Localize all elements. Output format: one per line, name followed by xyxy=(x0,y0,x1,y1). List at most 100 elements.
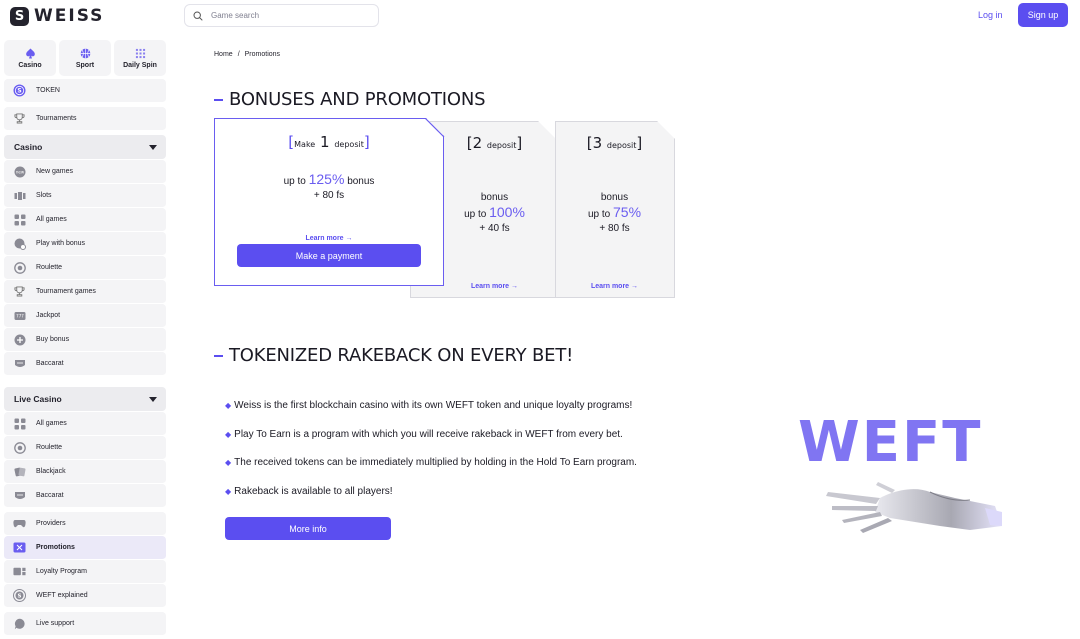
sidebar-item-label: Tournament games xyxy=(36,288,96,295)
sidebar-item-label: Providers xyxy=(36,520,66,527)
svg-text:777: 777 xyxy=(16,313,24,318)
section-heading: Casino xyxy=(14,142,43,152)
sidebar-item-label: Roulette xyxy=(36,444,63,451)
breadcrumb: Home / Promotions xyxy=(214,51,280,58)
sidebar-item-new-games[interactable]: new New games xyxy=(4,160,166,184)
search-input[interactable] xyxy=(211,11,361,20)
sidebar-item-all-games[interactable]: All games xyxy=(4,208,166,232)
sidebar-item-label: Play with bonus xyxy=(36,240,86,247)
sidebar-item-live-baccarat[interactable]: Baccarat xyxy=(4,484,166,508)
bonus-percent: 75% xyxy=(613,204,642,220)
tile-label: Casino xyxy=(18,61,42,69)
learn-more-link[interactable]: Learn more → xyxy=(591,283,638,290)
bullet-diamond-icon: ◆ xyxy=(225,458,232,467)
tile-label: Daily Spin xyxy=(123,61,157,69)
sidebar-item-label: New games xyxy=(36,168,73,175)
bullet-diamond-icon: ◆ xyxy=(225,401,232,410)
sidebar-item-label: Promotions xyxy=(36,544,75,551)
trophy-icon xyxy=(13,285,26,298)
caret-down-icon xyxy=(149,144,157,150)
sidebar-item-token[interactable]: S TOKEN xyxy=(4,79,166,103)
deposit-number: 3 xyxy=(592,134,603,152)
sidebar-item-live-all-games[interactable]: All games xyxy=(4,412,166,436)
card-line0: bonus xyxy=(480,192,509,203)
sidebar-item-baccarat[interactable]: Baccarat xyxy=(4,352,166,376)
sidebar-item-promotions[interactable]: Promotions xyxy=(4,536,166,560)
sidebar-item-tournaments[interactable]: Tournaments xyxy=(4,107,166,131)
deposit-number: 1 xyxy=(320,133,330,151)
casino-section-toggle[interactable]: Casino xyxy=(4,135,166,159)
sidebar-item-live-support[interactable]: Live support xyxy=(4,612,166,636)
sidebar-item-slots[interactable]: Slots xyxy=(4,184,166,208)
tile-casino[interactable]: Casino xyxy=(4,40,56,76)
svg-text:S: S xyxy=(18,594,22,600)
promo-icon xyxy=(13,541,26,554)
cards-icon xyxy=(13,465,26,478)
learn-more-link[interactable]: Learn more → xyxy=(305,235,352,242)
card-line1: up to 100% xyxy=(464,204,525,220)
search-box[interactable] xyxy=(184,4,379,27)
sidebar-item-label: Blackjack xyxy=(36,468,66,475)
sidebar-item-label: All games xyxy=(36,216,67,223)
sidebar-item-label: Tournaments xyxy=(36,115,77,122)
sidebar-item-play-with-bonus[interactable]: Play with bonus xyxy=(4,232,166,256)
deposit-card-1: [Make 1 deposit] up to 125% bonus + 80 f… xyxy=(214,118,444,286)
breadcrumb-home-link[interactable]: Home xyxy=(214,51,233,58)
weft-coin-icon: S xyxy=(13,589,26,602)
card-line0: bonus xyxy=(600,192,629,203)
list-item: ◆ The received tokens can be immediately … xyxy=(225,457,637,468)
list-item: ◆ Play To Earn is a program with which yo… xyxy=(225,428,623,440)
sidebar-item-label: Loyalty Program xyxy=(36,568,87,575)
robot-hand-illustration xyxy=(826,482,1002,533)
sidebar-item-buy-bonus[interactable]: Buy bonus xyxy=(4,328,166,352)
rakeback-title-text: TOKENIZED RAKEBACK ON EVERY BET! xyxy=(229,345,574,366)
sidebar-item-tournament-games[interactable]: Tournament games xyxy=(4,280,166,304)
sidebar-item-roulette[interactable]: Roulette xyxy=(4,256,166,280)
weft-art-text: WEFT xyxy=(798,410,983,475)
sidebar-item-blackjack[interactable]: Blackjack xyxy=(4,460,166,484)
login-link[interactable]: Log in xyxy=(978,10,1003,20)
sidebar-item-providers[interactable]: Providers xyxy=(4,512,166,536)
sidebar-item-label: Baccarat xyxy=(36,360,64,367)
breadcrumb-current: Promotions xyxy=(244,51,281,58)
learn-more-link[interactable]: Learn more → xyxy=(471,283,518,290)
sidebar-item-label: All games xyxy=(36,420,67,427)
search-icon xyxy=(193,10,203,21)
card-line2: + 80 fs xyxy=(599,223,630,234)
sidebar-item-label: Jackpot xyxy=(36,312,61,319)
sidebar-item-label: TOKEN xyxy=(36,87,60,94)
breadcrumb-separator: / xyxy=(237,51,240,58)
roulette-icon xyxy=(13,261,26,274)
bonus-icon xyxy=(13,237,26,250)
baccarat-icon xyxy=(13,489,26,502)
bonus-percent: 125% xyxy=(308,171,345,187)
bonuses-title-text: BONUSES AND PROMOTIONS xyxy=(229,89,486,110)
logo-mark-icon: S xyxy=(10,6,29,26)
sidebar-tiles: Casino Sport Daily Spin xyxy=(4,40,166,76)
sidebar-item-jackpot[interactable]: 777 Jackpot xyxy=(4,304,166,328)
sidebar-item-loyalty-program[interactable]: Loyalty Program xyxy=(4,560,166,584)
slots-icon xyxy=(13,189,26,202)
sidebar-item-weft-explained[interactable]: S WEFT explained xyxy=(4,584,166,608)
signup-button[interactable]: Sign up xyxy=(1018,3,1068,27)
sidebar-item-live-roulette[interactable]: Roulette xyxy=(4,436,166,460)
sidebar-item-label: Roulette xyxy=(36,264,63,271)
make-payment-button[interactable]: Make a payment xyxy=(237,244,421,267)
card-line2: + 40 fs xyxy=(479,223,510,234)
tile-daily-spin[interactable]: Daily Spin xyxy=(114,40,166,76)
title-dash xyxy=(214,354,223,357)
more-info-button[interactable]: More info xyxy=(225,517,391,540)
live-casino-section-toggle[interactable]: Live Casino xyxy=(4,387,166,411)
deposit-number: 2 xyxy=(472,134,483,152)
sidebar-item-label: Live support xyxy=(36,620,75,627)
section-heading: Live Casino xyxy=(14,394,62,404)
sidebar-item-label: WEFT explained xyxy=(36,592,88,599)
logo[interactable]: S WEISS xyxy=(10,6,104,26)
token-coin-icon: S xyxy=(13,84,26,97)
jackpot-icon: 777 xyxy=(13,309,26,322)
spade-icon xyxy=(25,47,35,59)
card-line2: + 80 fs xyxy=(313,190,345,201)
tile-sport[interactable]: Sport xyxy=(59,40,111,76)
card-heading: [3 deposit] xyxy=(586,134,643,152)
bonuses-title: BONUSES AND PROMOTIONS xyxy=(214,89,486,110)
